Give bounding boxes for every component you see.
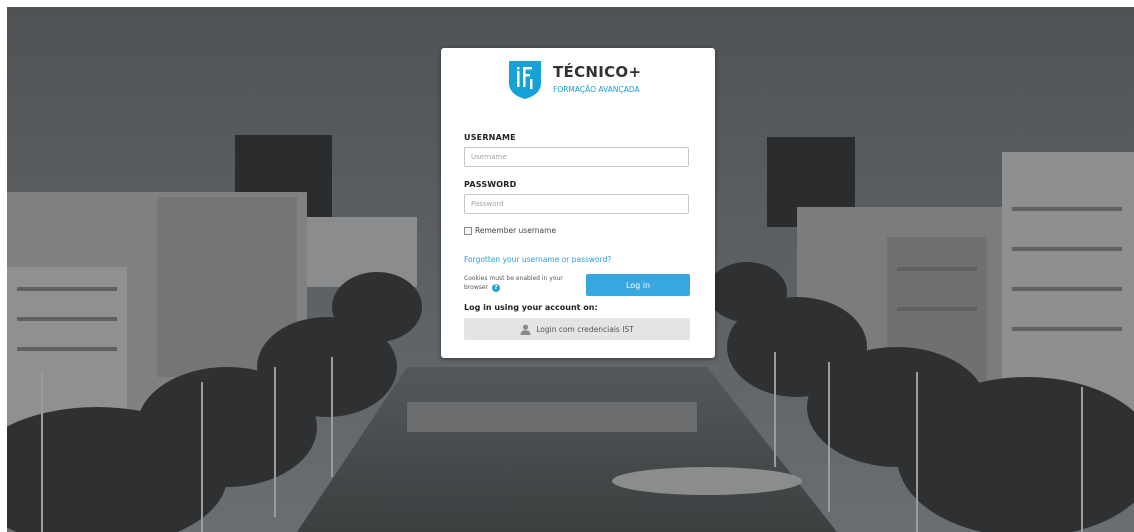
brand-title: TÉCNICO+ bbox=[553, 63, 642, 81]
remember-checkbox[interactable] bbox=[464, 226, 472, 235]
login-page: TÉCNICO+ FORMAÇÃO AVANÇADA USERNAME PASS… bbox=[0, 0, 1134, 532]
remember-username-row[interactable]: Remember username bbox=[464, 226, 556, 235]
shield-logo-icon bbox=[509, 61, 541, 99]
user-icon bbox=[520, 324, 531, 335]
login-card: TÉCNICO+ FORMAÇÃO AVANÇADA USERNAME PASS… bbox=[441, 48, 715, 358]
remember-label: Remember username bbox=[475, 226, 557, 235]
login-button[interactable]: Log in bbox=[586, 274, 690, 296]
username-label: USERNAME bbox=[464, 133, 516, 142]
ist-login-button[interactable]: Login com credenciais IST bbox=[464, 318, 690, 340]
cookies-note-text: Cookies must be enabled in your browser bbox=[464, 275, 563, 291]
brand-subtitle: FORMAÇÃO AVANÇADA bbox=[553, 85, 640, 94]
password-input[interactable] bbox=[464, 194, 689, 214]
tecnico-logo: TÉCNICO+ FORMAÇÃO AVANÇADA bbox=[509, 61, 649, 101]
help-icon[interactable]: ? bbox=[491, 283, 500, 292]
username-input[interactable] bbox=[464, 147, 689, 167]
forgot-password-link[interactable]: Forgotten your username or password? bbox=[464, 255, 611, 264]
alt-login-heading: Log in using your account on: bbox=[464, 303, 598, 312]
ist-login-label: Login com credenciais IST bbox=[536, 324, 634, 334]
password-label: PASSWORD bbox=[464, 180, 517, 189]
cookies-note: Cookies must be enabled in your browser … bbox=[464, 274, 582, 292]
